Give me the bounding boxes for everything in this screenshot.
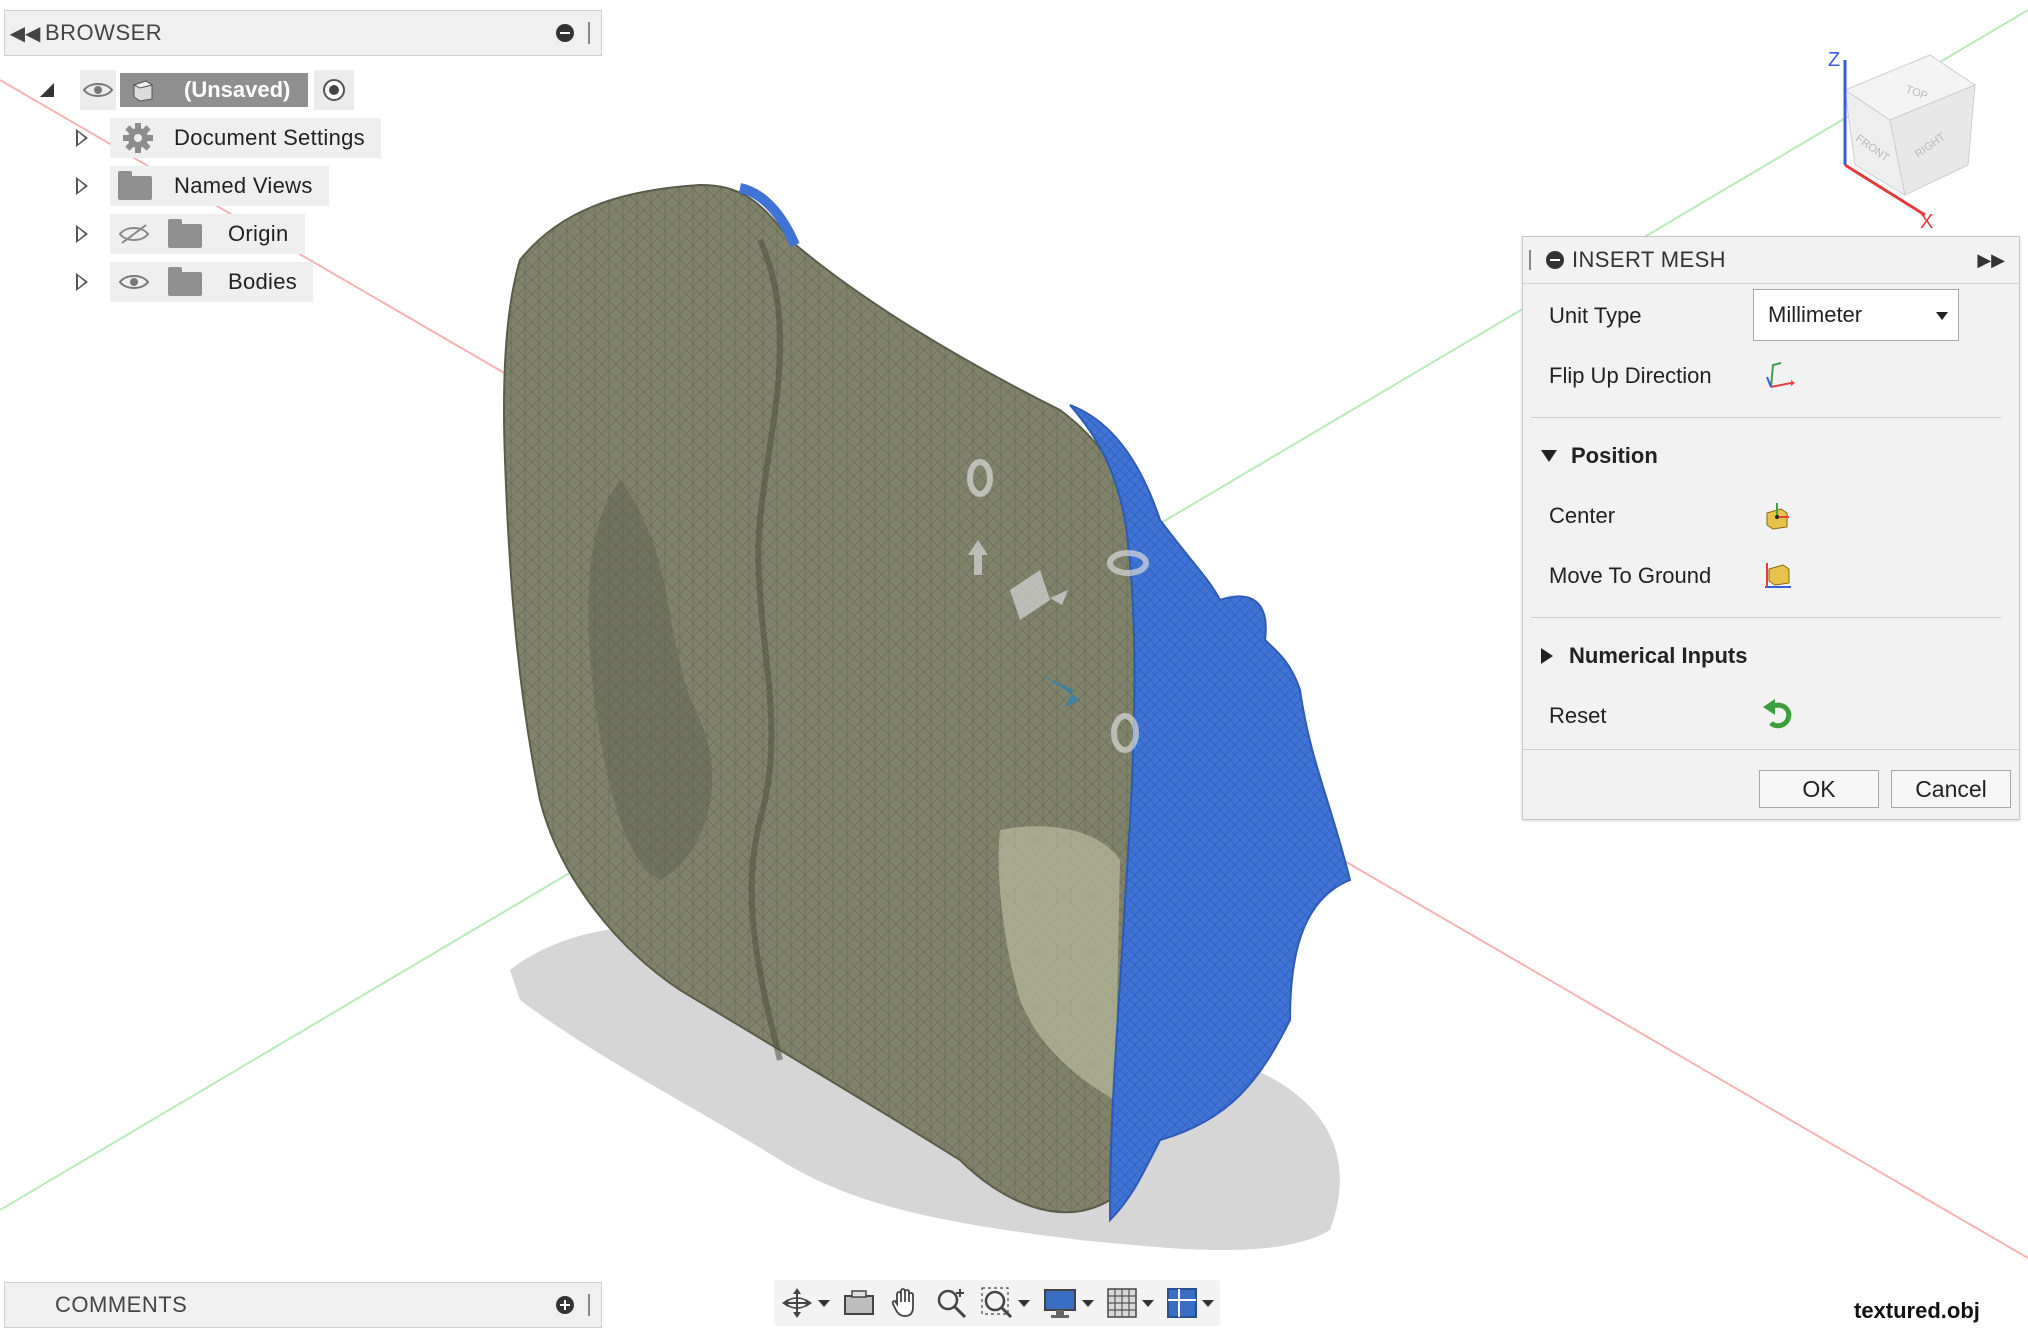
bodies-pill[interactable]: Bodies <box>110 262 314 302</box>
tree-root-row[interactable]: (Unsaved) <box>40 70 355 110</box>
section-divider <box>1531 417 2001 418</box>
tree-item-origin[interactable]: Origin <box>76 214 305 254</box>
chevron-down-icon[interactable] <box>1082 1299 1094 1307</box>
root-component-label: (Unsaved) <box>184 77 291 102</box>
chevron-down-icon[interactable] <box>1018 1299 1030 1307</box>
hidden-eye-icon[interactable] <box>116 222 152 246</box>
named-views-pill[interactable]: Named Views <box>110 166 329 206</box>
position-section-toggle[interactable]: Position <box>1541 443 1658 469</box>
chevron-down-icon[interactable] <box>1142 1299 1154 1307</box>
collapse-root-icon[interactable] <box>40 83 54 97</box>
viewports-icon[interactable] <box>1160 1280 1220 1326</box>
status-filename: textured.obj <box>1854 1298 1980 1323</box>
section-divider <box>1531 617 2001 618</box>
collapsed-triangle-icon <box>1541 648 1553 664</box>
reset-label: Reset <box>1549 703 1607 728</box>
flip-up-label: Flip Up Direction <box>1549 363 1712 388</box>
tree-item-named-views[interactable]: Named Views <box>76 166 329 206</box>
folder-icon <box>168 219 202 248</box>
unit-type-label: Unit Type <box>1549 303 1642 328</box>
chevron-down-icon[interactable] <box>1202 1299 1214 1307</box>
visibility-eye-icon[interactable] <box>80 70 116 110</box>
center-label: Center <box>1549 503 1616 528</box>
navigation-toolbar <box>774 1280 1220 1326</box>
component-icon <box>132 80 154 102</box>
comments-bar: COMMENTS <box>4 1282 602 1328</box>
ok-button[interactable]: OK <box>1759 770 1879 808</box>
numerical-inputs-label: Numerical Inputs <box>1569 643 1748 668</box>
root-component-pill[interactable]: (Unsaved) <box>120 73 309 107</box>
dialog-footer: OK Cancel <box>1523 749 2019 822</box>
viewcube[interactable]: TOP FRONT RIGHT Z X <box>1828 49 1977 233</box>
minimize-icon[interactable] <box>556 24 574 42</box>
position-section-label: Position <box>1571 443 1658 468</box>
reset-icon[interactable] <box>1761 697 1795 736</box>
visibility-eye-icon[interactable] <box>116 270 152 294</box>
folder-icon <box>118 171 152 200</box>
expand-named-views-icon[interactable] <box>76 177 88 195</box>
insert-mesh-dialog: INSERT MESH ▶▶ Unit Type Millimeter Flip… <box>1522 236 2020 820</box>
orbit-icon[interactable] <box>774 1280 836 1326</box>
flip-up-icon[interactable] <box>1761 359 1795 396</box>
chevron-down-icon[interactable] <box>818 1299 830 1307</box>
cancel-button[interactable]: Cancel <box>1891 770 2011 808</box>
fit-icon[interactable] <box>974 1280 1036 1326</box>
dialog-title: INSERT MESH <box>1572 247 1726 272</box>
origin-pill[interactable]: Origin <box>110 214 305 254</box>
add-comment-icon[interactable] <box>556 1296 574 1314</box>
move-to-ground-icon[interactable] <box>1761 559 1793 596</box>
bodies-label: Bodies <box>228 269 298 294</box>
chevron-down-icon <box>1936 312 1948 320</box>
tree-item-bodies[interactable]: Bodies <box>76 262 314 302</box>
center-icon[interactable] <box>1761 499 1793 536</box>
named-views-label: Named Views <box>174 173 313 198</box>
unit-type-select[interactable]: Millimeter <box>1753 289 1959 341</box>
folder-icon <box>168 267 202 296</box>
expand-dialog-icon[interactable]: ▶▶ <box>1977 250 2005 271</box>
dialog-grip-icon[interactable] <box>1529 250 1534 270</box>
move-to-ground-label: Move To Ground <box>1549 563 1712 588</box>
origin-label: Origin <box>228 221 289 246</box>
browser-panel-header: ◀◀ BROWSER <box>4 10 602 56</box>
look-at-icon[interactable] <box>836 1280 882 1326</box>
zoom-icon[interactable] <box>928 1280 974 1326</box>
grid-icon[interactable] <box>1100 1280 1160 1326</box>
expanded-triangle-icon <box>1541 450 1557 462</box>
tree-item-document-settings[interactable]: Document Settings <box>76 118 381 158</box>
dialog-minimize-icon[interactable] <box>1546 251 1564 269</box>
document-settings-pill[interactable]: Document Settings <box>110 118 381 158</box>
activate-radio-icon[interactable] <box>314 70 355 110</box>
pan-icon[interactable] <box>882 1280 928 1326</box>
collapse-browser-icon[interactable]: ◀◀ <box>5 21 45 46</box>
gear-icon <box>123 123 153 153</box>
dialog-header: INSERT MESH ▶▶ <box>1523 237 2019 284</box>
browser-title: BROWSER <box>45 20 163 45</box>
viewcube-z-label: Z <box>1828 49 1840 71</box>
numerical-inputs-section-toggle[interactable]: Numerical Inputs <box>1541 643 1747 669</box>
display-settings-icon[interactable] <box>1036 1280 1100 1326</box>
expand-origin-icon[interactable] <box>76 225 88 243</box>
panel-grip-icon[interactable] <box>588 1294 593 1316</box>
expand-bodies-icon[interactable] <box>76 273 88 291</box>
panel-grip-icon[interactable] <box>588 22 593 44</box>
unit-type-value: Millimeter <box>1768 302 1863 327</box>
document-settings-label: Document Settings <box>174 125 365 150</box>
viewcube-x-label: X <box>1920 211 1933 233</box>
expand-document-settings-icon[interactable] <box>76 129 88 147</box>
comments-title: COMMENTS <box>55 1292 188 1317</box>
